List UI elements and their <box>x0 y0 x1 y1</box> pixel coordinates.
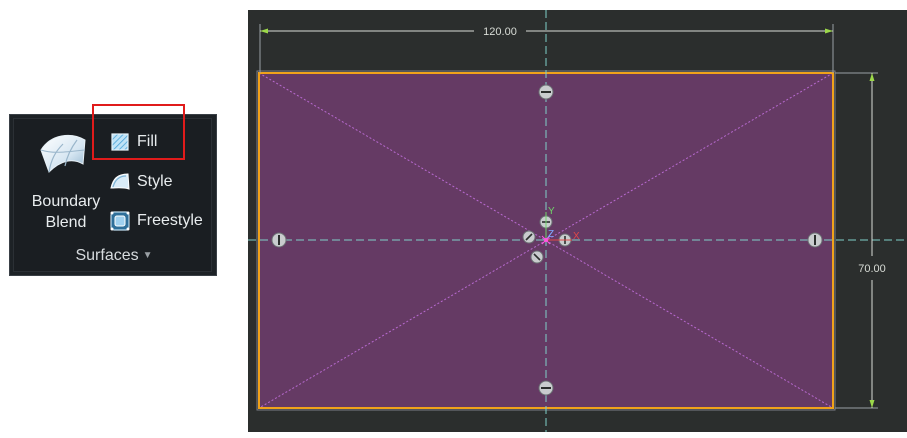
z-axis-label: Z <box>548 229 554 240</box>
boundary-blend-button[interactable]: Boundary Blend <box>20 191 112 233</box>
constraint-marker-center-bottom[interactable] <box>530 250 544 264</box>
chevron-down-icon: ▼ <box>142 250 153 261</box>
constraint-marker-top[interactable] <box>538 84 554 100</box>
freestyle-button[interactable]: Freestyle <box>109 209 203 233</box>
freestyle-icon <box>109 210 131 232</box>
y-axis-label: Y <box>548 206 555 217</box>
x-axis-label: X <box>573 231 580 242</box>
constraint-marker-center-left[interactable] <box>522 230 536 244</box>
style-label: Style <box>137 173 173 190</box>
boundary-blend-icon[interactable] <box>37 130 89 176</box>
dimension-arrow <box>869 400 875 408</box>
height-dimension-value[interactable]: 70.00 <box>858 263 886 275</box>
dimension-arrow <box>869 73 875 81</box>
constraint-marker-right[interactable] <box>807 232 823 248</box>
width-dimension-value[interactable]: 120.00 <box>483 26 517 38</box>
dimension-arrow <box>825 28 833 34</box>
surfaces-group-text: Surfaces <box>75 247 139 264</box>
boundary-blend-label-line2: Blend <box>45 214 87 231</box>
boundary-blend-label-line1: Boundary <box>31 193 101 210</box>
fill-highlight-box <box>92 104 185 160</box>
constraint-marker-bottom[interactable] <box>538 380 554 396</box>
freestyle-label: Freestyle <box>137 212 203 229</box>
style-icon <box>109 171 131 193</box>
graphics-viewport[interactable]: 120.00 70.00 Y X Z <box>248 10 907 432</box>
surfaces-group-label[interactable]: Surfaces ▼ <box>14 247 214 265</box>
dimension-arrow <box>260 28 268 34</box>
constraint-marker-left[interactable] <box>271 232 287 248</box>
sketch-canvas[interactable]: 120.00 70.00 Y X Z <box>248 10 907 432</box>
style-button[interactable]: Style <box>109 170 173 194</box>
